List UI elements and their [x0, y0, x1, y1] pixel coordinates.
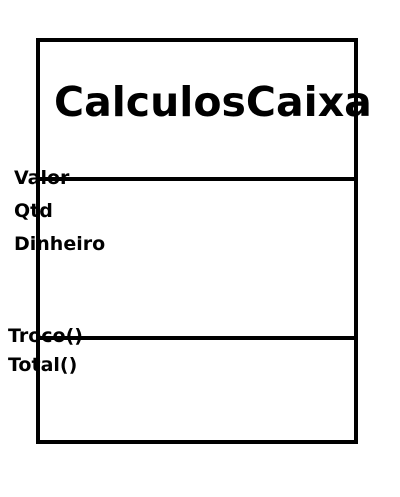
methods-section: Troco() Total() — [8, 322, 83, 380]
attribute-dinheiro: Dinheiro — [14, 233, 106, 255]
class-name-section: CalculosCaixa — [40, 42, 372, 177]
attribute-qtd: Qtd — [14, 200, 53, 222]
class-name: CalculosCaixa — [54, 78, 372, 126]
attributes-methods-divider — [40, 336, 354, 340]
attribute-valor: Valor — [14, 167, 70, 189]
attributes-section: Valor Qtd Dinheiro — [14, 162, 105, 261]
method-troco: Troco() — [8, 325, 83, 347]
method-total: Total() — [8, 354, 78, 376]
